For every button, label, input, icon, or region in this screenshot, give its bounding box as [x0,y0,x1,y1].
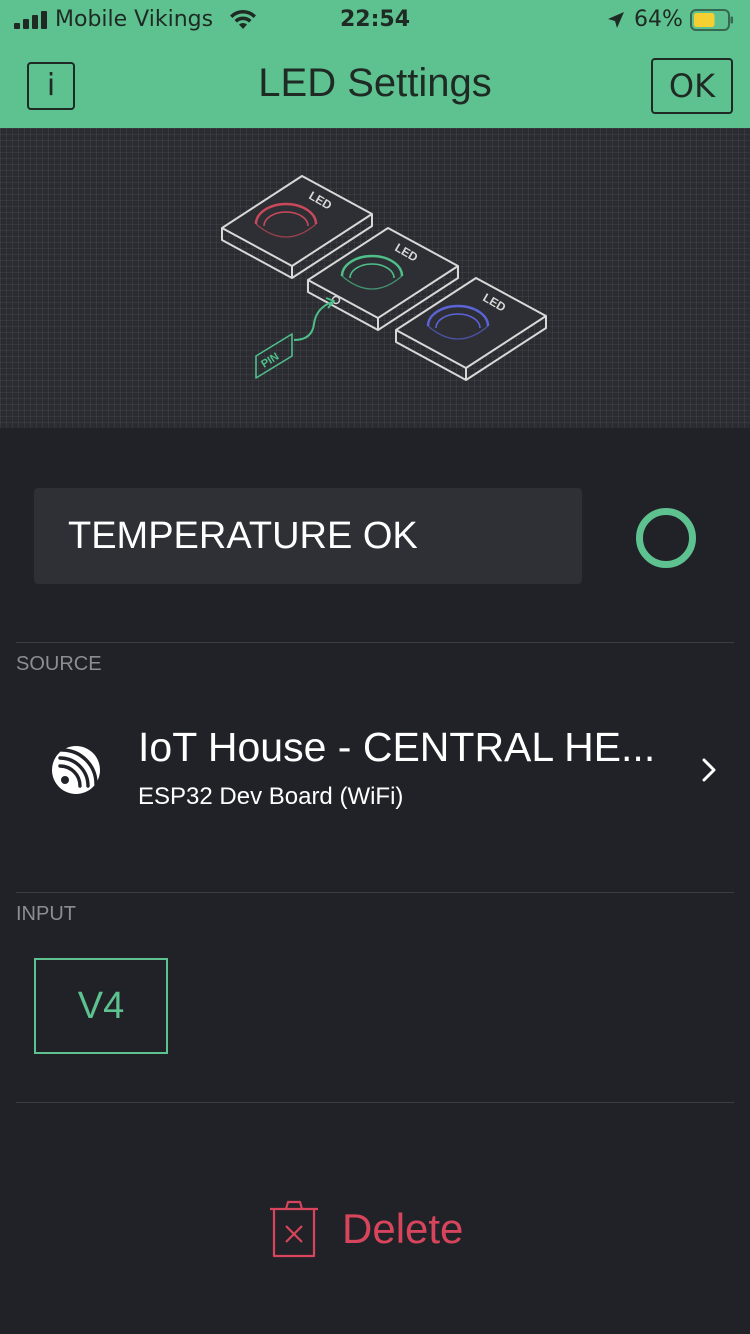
chevron-right-icon [702,758,716,782]
led-modules-graphic: LED LED LED PIN [221,175,547,381]
led-illustration: LED LED LED PIN [0,128,750,428]
divider [16,892,734,893]
status-bar: Mobile Vikings 22:54 64% [0,0,750,40]
delete-label: Delete [342,1205,464,1252]
espressif-icon [52,746,100,794]
battery-icon [690,9,733,31]
divider [16,642,734,643]
led-label-preview: TEMPERATURE OK [34,488,582,584]
divider [16,1102,734,1103]
header-bar: i LED Settings OK [0,40,750,128]
led-indicator-icon [636,508,696,568]
location-arrow-icon [608,12,624,28]
source-device-row[interactable]: IoT House - CENTRAL HE... ESP32 Dev Boar… [0,700,750,850]
ok-button[interactable]: OK [651,58,733,114]
delete-button[interactable]: Delete [268,1198,488,1262]
page-title: LED Settings [258,61,492,105]
trash-icon [270,1200,318,1258]
device-type: ESP32 Dev Board (WiFi) [138,783,404,810]
pin-label: PIN [259,351,281,371]
led-label-text: TEMPERATURE OK [68,515,418,557]
pin-selector-button[interactable]: V4 [34,958,168,1054]
device-name: IoT House - CENTRAL HE... [138,724,656,770]
battery-percentage: 64% [634,7,683,32]
led-module-blue [395,277,547,381]
input-section-label: INPUT [16,903,76,925]
source-section-label: SOURCE [16,653,102,675]
